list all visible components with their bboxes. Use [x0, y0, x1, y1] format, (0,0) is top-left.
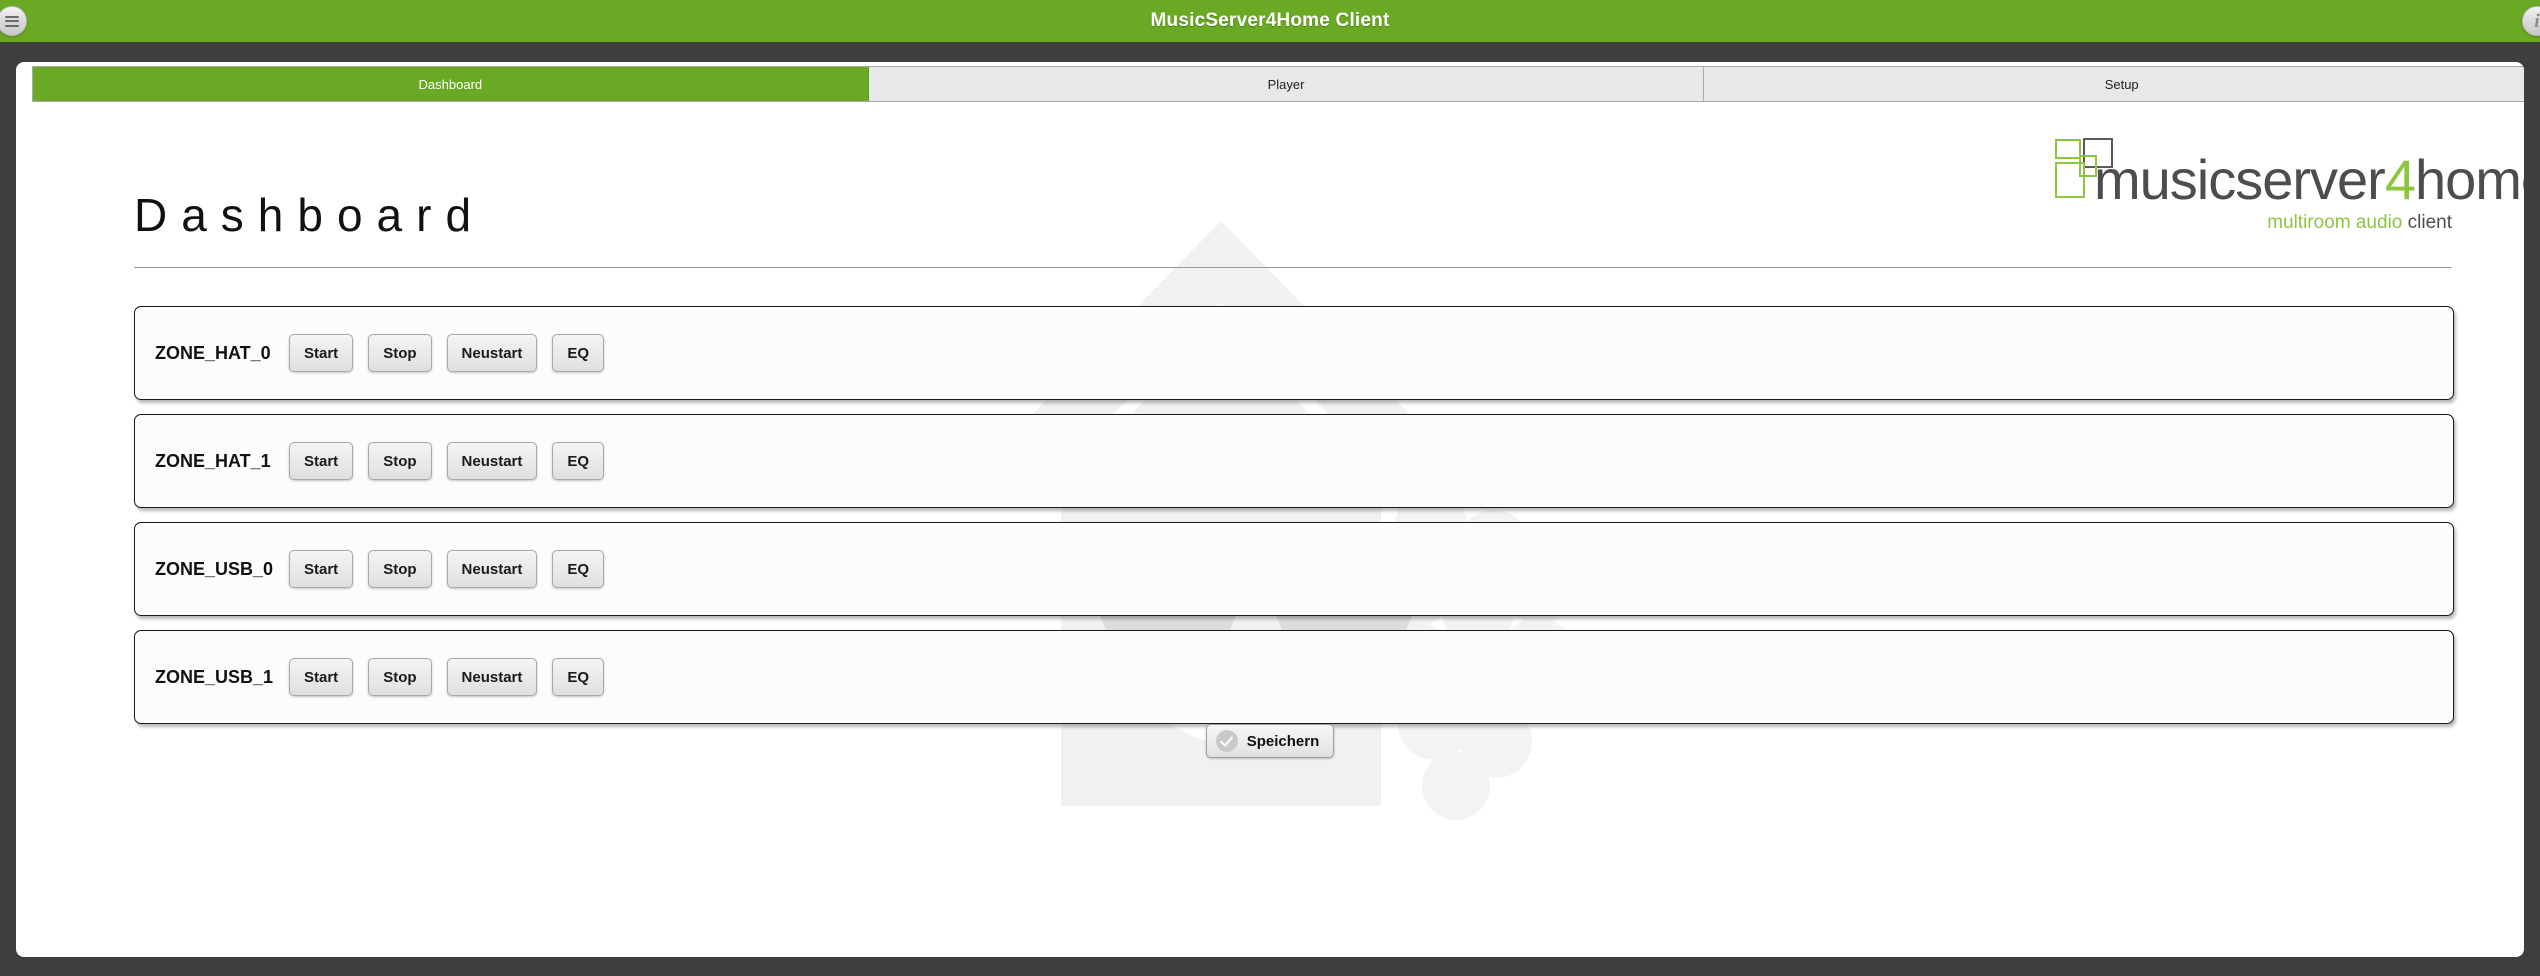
zone-eq-button[interactable]: EQ [552, 334, 605, 372]
title-divider [134, 267, 2452, 268]
check-circle-icon [1215, 730, 1238, 752]
zone-stop-button[interactable]: Stop [368, 334, 432, 372]
tab-player-label: Player [1267, 76, 1305, 92]
logo-wordmark: musicserver4home [2094, 152, 2524, 208]
logo-word-four: 4 [2384, 148, 2416, 211]
page-header: Dashboard musicserver4home multiroom aud… [16, 106, 2524, 268]
hamburger-menu-button[interactable] [0, 6, 27, 36]
zone-name: ZONE_HAT_0 [155, 342, 271, 363]
zone-restart-button[interactable]: Neustart [446, 442, 538, 480]
zone-stop-button[interactable]: Stop [368, 442, 432, 480]
zone-restart-button[interactable]: Neustart [446, 658, 538, 696]
zone-start-button[interactable]: Start [289, 334, 354, 372]
zone-restart-button[interactable]: Neustart [446, 334, 538, 372]
zone-stop-button[interactable]: Stop [368, 550, 432, 588]
zone-eq-button[interactable]: EQ [552, 658, 605, 696]
tab-setup-label: Setup [2104, 76, 2139, 92]
window-title: MusicServer4Home Client [1150, 10, 1390, 31]
tab-player[interactable]: Player [868, 67, 1705, 101]
page-card: Dashboard Player Setup Dashboard musicse… [16, 62, 2524, 957]
dashboard-content: Dashboard musicserver4home multiroom aud… [16, 106, 2524, 957]
zone-name: ZONE_USB_1 [155, 666, 274, 687]
info-button[interactable]: i [2522, 6, 2540, 36]
zone-panel: ZONE_USB_1 Start Stop Neustart EQ [134, 630, 2454, 724]
save-button[interactable]: Speichern [1205, 724, 1335, 758]
zone-panel: ZONE_HAT_1 Start Stop Neustart EQ [134, 414, 2454, 508]
save-row: Speichern [16, 724, 2524, 758]
hamburger-menu-icon [5, 15, 19, 27]
main-tabbar: Dashboard Player Setup [32, 66, 2524, 102]
zone-action-group: Start Stop Neustart EQ [289, 442, 605, 480]
zone-panel: ZONE_USB_0 Start Stop Neustart EQ [134, 522, 2454, 616]
zone-name: ZONE_USB_0 [155, 558, 274, 579]
logo-word-main: musicserver [2094, 148, 2386, 211]
info-icon: i [2534, 10, 2540, 32]
page-title: Dashboard [134, 189, 486, 241]
zone-restart-button[interactable]: Neustart [446, 550, 538, 588]
zone-eq-button[interactable]: EQ [552, 442, 605, 480]
zone-name: ZONE_HAT_1 [155, 450, 271, 471]
tab-dashboard[interactable]: Dashboard [33, 67, 869, 101]
zone-action-group: Start Stop Neustart EQ [289, 658, 605, 696]
zone-start-button[interactable]: Start [289, 550, 354, 588]
window-titlebar: MusicServer4Home Client i [0, 0, 2540, 42]
zone-panel: ZONE_HAT_0 Start Stop Neustart EQ [134, 306, 2454, 400]
tab-setup[interactable]: Setup [1704, 67, 2524, 101]
zone-eq-button[interactable]: EQ [552, 550, 605, 588]
logo-tagline: multiroom audio client [2267, 212, 2452, 234]
logo-tagline-gray: client [2407, 212, 2452, 233]
zone-action-group: Start Stop Neustart EQ [289, 550, 605, 588]
zone-action-group: Start Stop Neustart EQ [289, 334, 605, 372]
logo-word-tail: home [2414, 148, 2524, 211]
save-button-label: Speichern [1246, 732, 1320, 750]
zone-start-button[interactable]: Start [289, 658, 354, 696]
brand-logo: musicserver4home multiroom audio client [2054, 130, 2524, 238]
zone-list: ZONE_HAT_0 Start Stop Neustart EQ ZONE_H… [134, 306, 2454, 738]
tab-dashboard-label: Dashboard [418, 76, 483, 92]
zone-stop-button[interactable]: Stop [368, 658, 432, 696]
zone-start-button[interactable]: Start [289, 442, 354, 480]
logo-tagline-green: multiroom audio [2267, 212, 2403, 233]
